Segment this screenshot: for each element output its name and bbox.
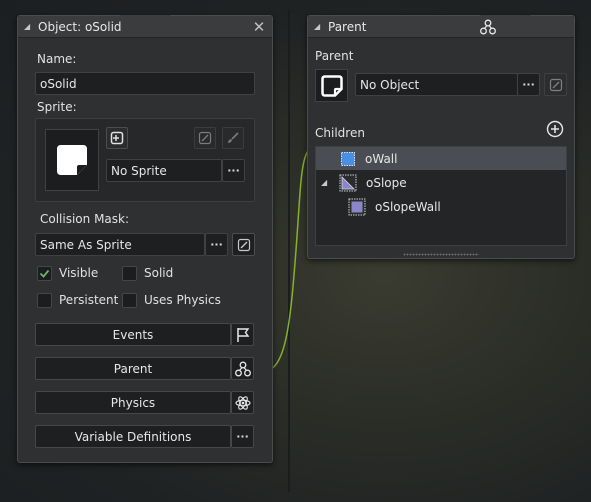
checkmark-icon xyxy=(39,269,50,278)
object-icon xyxy=(341,151,355,166)
add-child-button[interactable] xyxy=(546,120,564,138)
sprite-label: Sprite: xyxy=(37,100,77,114)
paint-sprite-button[interactable] xyxy=(222,127,244,149)
sprite-placeholder-icon xyxy=(57,145,87,175)
window-title: Parent xyxy=(328,19,367,34)
name-label: Name: xyxy=(37,52,77,66)
edit-icon xyxy=(237,238,250,251)
new-sprite-icon xyxy=(110,131,124,145)
collision-mask-select[interactable]: Same As Sprite xyxy=(35,233,205,256)
events-icon-button[interactable] xyxy=(231,323,254,346)
flag-icon xyxy=(236,327,249,342)
persistent-checkbox[interactable] xyxy=(37,293,52,308)
parent-button-label: Parent xyxy=(113,361,153,376)
uses-physics-label: Uses Physics xyxy=(144,293,221,307)
sprite-browse-button[interactable]: ··· xyxy=(222,159,245,182)
uses-physics-checkbox[interactable] xyxy=(122,293,137,308)
close-icon[interactable]: ✕ xyxy=(252,18,266,36)
physics-button-label: Physics xyxy=(110,395,156,410)
parent-window-titlebar[interactable]: ◢ Parent xyxy=(308,16,574,38)
resize-grip[interactable] xyxy=(403,253,479,256)
tree-item-label: oSlope xyxy=(366,175,407,190)
events-button-label: Events xyxy=(112,327,154,342)
children-label: Children xyxy=(315,126,365,140)
expand-arrow-icon[interactable]: ◢ xyxy=(321,178,333,187)
parent-icon-button[interactable] xyxy=(231,357,254,380)
parent-label: Parent xyxy=(315,49,354,63)
name-field[interactable]: oSolid xyxy=(35,72,255,95)
sprite-value: No Sprite xyxy=(111,163,167,178)
tree-item-oslopewall[interactable]: oSlopeWall xyxy=(316,195,566,218)
sprite-panel: No Sprite ··· xyxy=(35,118,255,202)
edit-collision-button[interactable] xyxy=(232,233,255,256)
tree-item-oslope[interactable]: ◢ oSlope xyxy=(316,171,566,194)
sprite-preview[interactable] xyxy=(45,129,99,191)
hierarchy-icon xyxy=(234,361,251,376)
collision-mask-value: Same As Sprite xyxy=(40,237,132,252)
sprite-select[interactable]: No Sprite xyxy=(106,159,222,182)
tree-item-owall[interactable]: oWall xyxy=(316,147,566,170)
brush-icon xyxy=(228,132,239,143)
parent-object-select[interactable]: No Object xyxy=(355,73,518,96)
solid-label: Solid xyxy=(144,266,174,280)
persistent-label: Persistent xyxy=(59,293,119,307)
collapse-icon[interactable]: ◢ xyxy=(24,22,38,31)
ellipsis-icon: ··· xyxy=(210,238,223,251)
new-sprite-button[interactable] xyxy=(106,127,128,149)
parent-object-value: No Object xyxy=(360,77,420,92)
ellipsis-icon: ··· xyxy=(227,164,240,177)
ellipsis-icon: ··· xyxy=(522,78,535,91)
edit-icon xyxy=(198,131,212,145)
physics-icon-button[interactable] xyxy=(231,391,254,414)
slope-sprite-icon xyxy=(339,174,357,191)
edit-sprite-button[interactable] xyxy=(194,127,216,149)
visible-label: Visible xyxy=(59,266,99,280)
edit-icon xyxy=(549,78,562,91)
atom-icon xyxy=(234,395,251,410)
physics-button[interactable]: Physics xyxy=(35,391,231,414)
solid-checkbox[interactable] xyxy=(122,266,137,281)
collision-browse-button[interactable]: ··· xyxy=(205,233,228,256)
collision-mask-label: Collision Mask: xyxy=(40,212,130,226)
object-window: ◢ Object: oSolid ✕ Name: oSolid Sprite: xyxy=(17,15,273,463)
window-title: Object: oSolid xyxy=(38,19,122,34)
children-tree: oWall ◢ oSlope oSlopeWall xyxy=(315,146,567,246)
ellipsis-icon: ··· xyxy=(236,430,249,443)
parent-button[interactable]: Parent xyxy=(35,357,231,380)
visible-checkbox[interactable] xyxy=(37,266,52,281)
variable-definitions-button[interactable]: Variable Definitions xyxy=(35,425,231,448)
hierarchy-icon xyxy=(480,19,496,34)
parent-window: ◢ Parent Parent No Object ··· Children o… xyxy=(307,15,575,259)
parent-browse-button[interactable]: ··· xyxy=(517,73,540,96)
events-button[interactable]: Events xyxy=(35,323,231,346)
variable-definitions-more-button[interactable]: ··· xyxy=(231,425,254,448)
object-placeholder-icon xyxy=(320,74,343,97)
tree-item-label: oSlopeWall xyxy=(375,199,441,214)
workspace-divider xyxy=(288,10,290,492)
edit-parent-button[interactable] xyxy=(544,73,567,96)
add-circle-icon xyxy=(546,120,564,138)
name-value: oSolid xyxy=(40,76,77,91)
tree-item-label: oWall xyxy=(365,151,398,166)
object-icon xyxy=(348,198,366,215)
object-window-titlebar[interactable]: ◢ Object: oSolid ✕ xyxy=(18,16,272,38)
collapse-icon[interactable]: ◢ xyxy=(314,22,328,31)
parent-object-preview[interactable] xyxy=(315,69,348,102)
variable-definitions-label: Variable Definitions xyxy=(74,429,192,444)
